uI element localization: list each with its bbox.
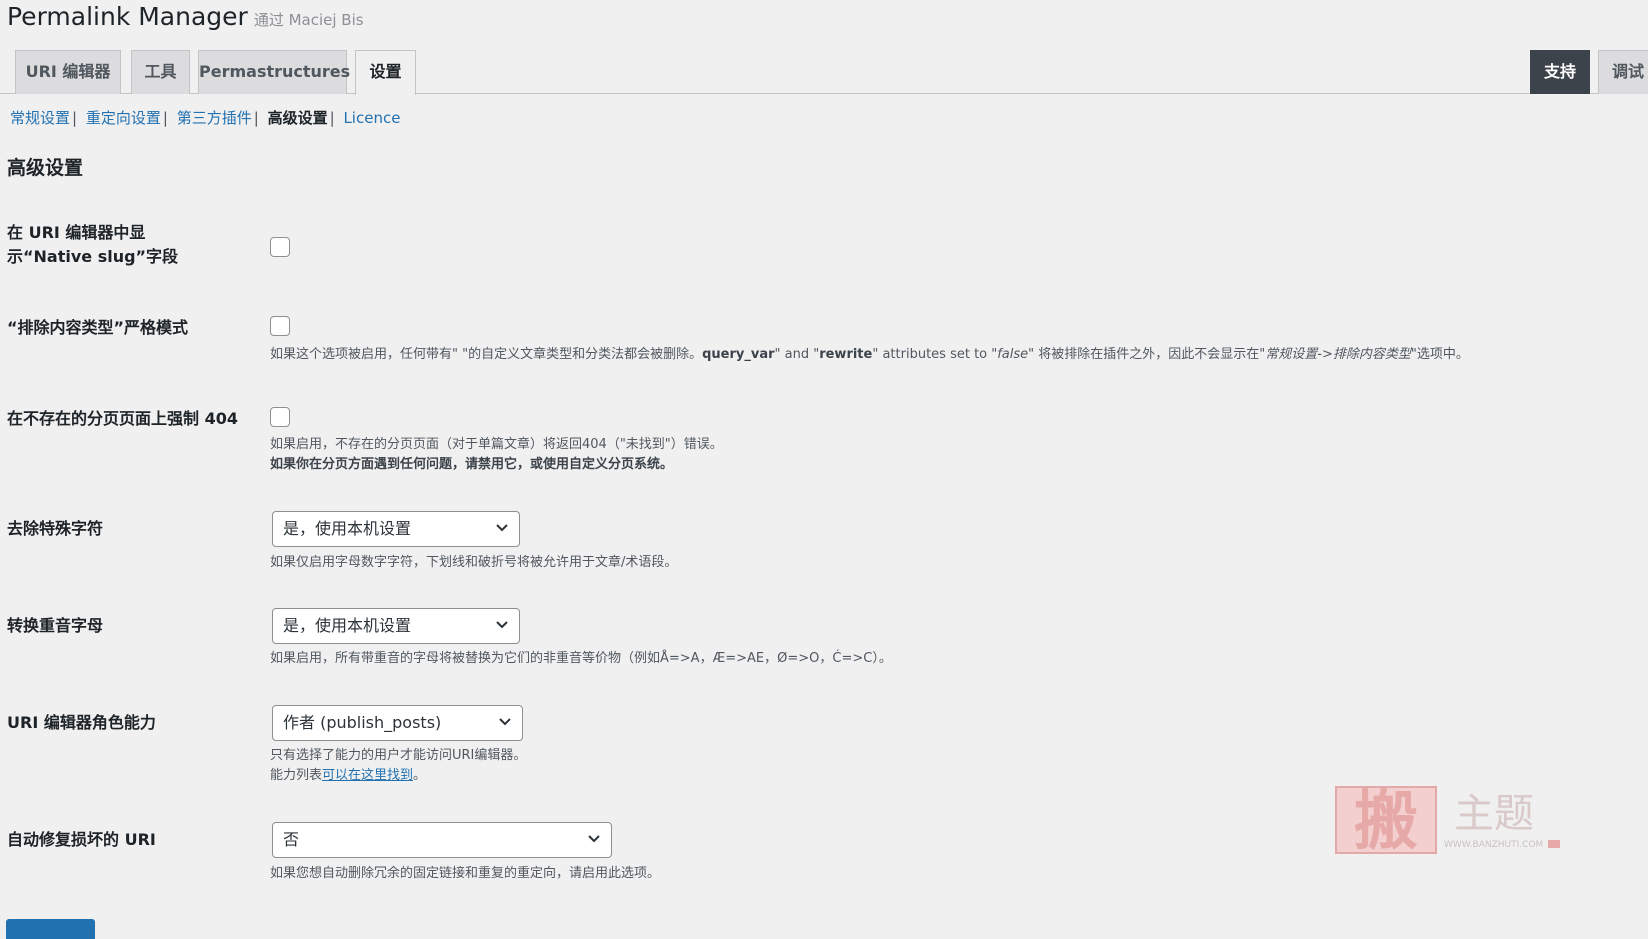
subnav-advanced: 高级设置 (267, 109, 328, 127)
watermark-url: WWW.BANZHUTI.COM (1444, 840, 1543, 850)
save-settings-button[interactable] (6, 919, 95, 939)
tab-support[interactable]: 支持 (1530, 50, 1590, 94)
chevron-down-icon (588, 835, 600, 843)
special-chars-description: 如果仅启用字母数字字符，下划线和破折号将被允许用于文章/术语段。 (270, 555, 678, 570)
strict-mode-description: 如果这个选项被启用，任何带有" "的自定义文章类型和分类法都会被删除。query… (270, 347, 1469, 362)
subnav-licence[interactable]: Licence (343, 109, 400, 127)
accents-select[interactable]: 是，使用本机设置 (272, 608, 520, 644)
strict-mode-label: “排除内容类型”严格模式 (7, 318, 189, 337)
plugin-author: 通过 Maciej Bis (253, 11, 364, 29)
role-capability-description: 只有选择了能力的用户才能访问URI编辑器。 (270, 748, 527, 763)
accents-description: 如果启用，所有带重音的字母将被替换为它们的非重音等价物（例如Å=>A，Æ=>AE… (270, 651, 892, 666)
tab-permastructures[interactable]: Permastructures (198, 50, 350, 94)
page-header: Permalink Manager 通过 Maciej Bis (7, 2, 364, 31)
tab-uri-editor[interactable]: URI 编辑器 (15, 50, 121, 94)
svg-text:搬: 搬 (1354, 785, 1418, 857)
watermark-text: 主题 (1454, 791, 1534, 837)
watermark-logo: 搬 主题 WWW.BANZHUTI.COM (1335, 785, 1560, 857)
tab-settings[interactable]: 设置 (355, 50, 416, 95)
settings-subnav: 常规设置 | 重定向设置 | 第三方插件 | 高级设置 | Licence (10, 109, 401, 127)
tab-tools[interactable]: 工具 (131, 50, 190, 94)
chevron-down-icon (499, 718, 511, 726)
accents-value: 是，使用本机设置 (283, 616, 412, 635)
subnav-general[interactable]: 常规设置 (10, 109, 70, 127)
force-404-checkbox[interactable] (270, 407, 290, 427)
chevron-down-icon (496, 621, 508, 629)
native-slug-label: 在 URI 编辑器中显示“Native slug”字段 (7, 223, 179, 266)
role-capability-value: 作者 (publish_posts) (283, 713, 442, 732)
force-404-description: 如果启用，不存在的分页页面（对于单篇文章）将返回404（"未找到"）错误。 (270, 437, 723, 452)
plugin-title: Permalink Manager (7, 2, 248, 31)
role-capability-select[interactable]: 作者 (publish_posts) (272, 705, 523, 741)
strict-mode-checkbox[interactable] (270, 316, 290, 336)
tab-bar: URI 编辑器 工具 Permastructures 设置 支持 调试 (0, 50, 1648, 95)
autofix-select[interactable]: 否 (272, 822, 612, 858)
force-404-description-bold: 如果你在分页方面遇到任何问题，请禁用它，或使用自定义分页系统。 (270, 457, 674, 472)
autofix-label: 自动修复损坏的 URI (7, 830, 156, 849)
special-chars-value: 是，使用本机设置 (283, 519, 412, 538)
accents-label: 转换重音字母 (7, 616, 104, 635)
autofix-description: 如果您想自动删除冗余的固定链接和重复的重定向，请启用此选项。 (270, 866, 661, 881)
force-404-label: 在不存在的分页页面上强制 404 (7, 409, 238, 428)
capability-list-link[interactable]: 可以在这里找到 (322, 768, 413, 783)
special-chars-select[interactable]: 是，使用本机设置 (272, 511, 520, 547)
subnav-redirects[interactable]: 重定向设置 (86, 109, 161, 127)
subnav-third-parties[interactable]: 第三方插件 (177, 109, 252, 127)
chevron-down-icon (496, 524, 508, 532)
tab-debug[interactable]: 调试 (1598, 50, 1648, 94)
autofix-value: 否 (283, 830, 300, 849)
role-capability-list-note: 能力列表可以在这里找到。 (270, 768, 427, 783)
special-chars-label: 去除特殊字符 (7, 519, 104, 538)
role-capability-label: URI 编辑器角色能力 (7, 713, 156, 732)
native-slug-checkbox[interactable] (270, 237, 290, 257)
section-title: 高级设置 (7, 157, 84, 179)
